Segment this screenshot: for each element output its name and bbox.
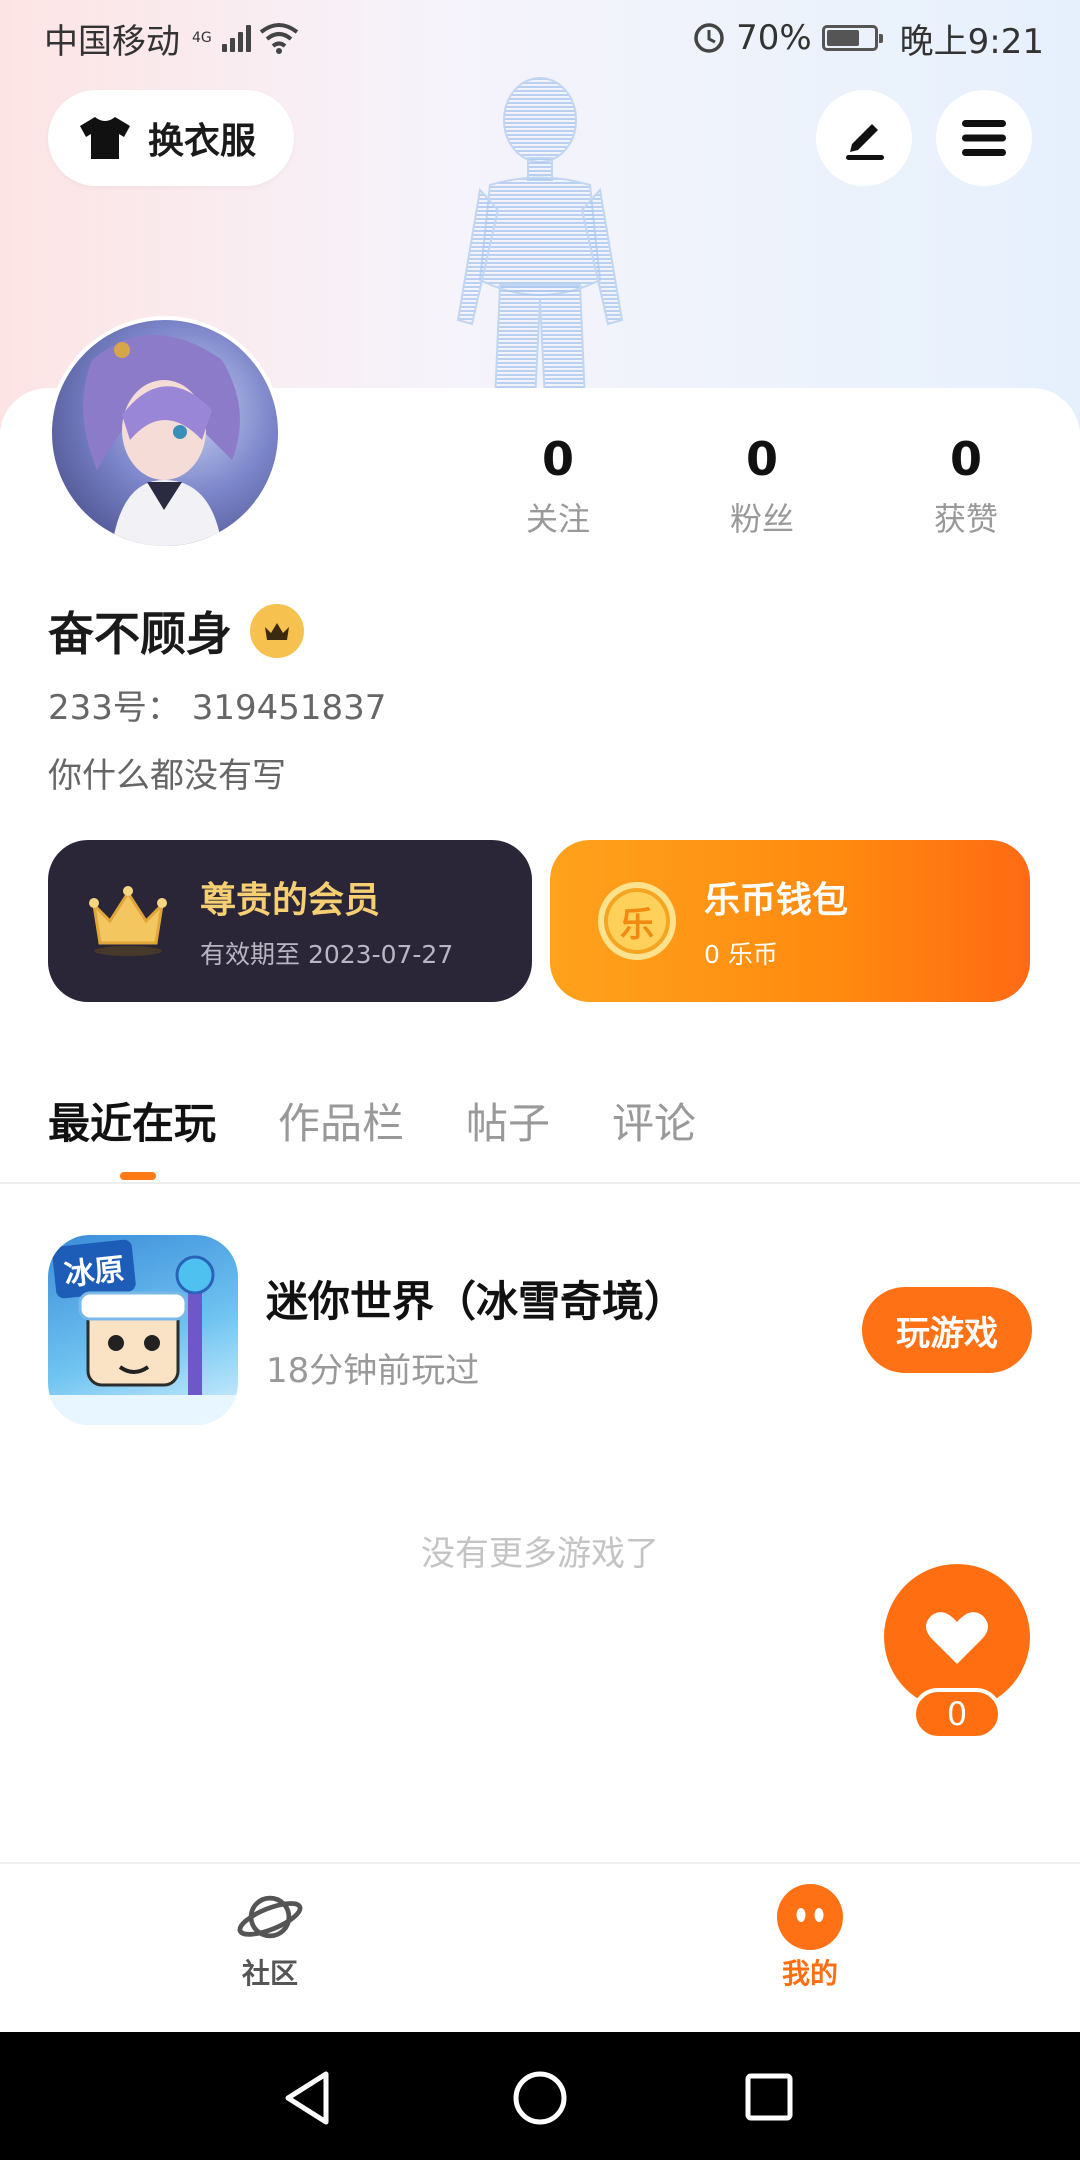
home-icon[interactable] xyxy=(512,2070,568,2126)
membership-expiry: 有效期至 2023-07-27 xyxy=(200,940,454,969)
membership-card[interactable]: 尊贵的会员 有效期至 2023-07-27 xyxy=(48,840,532,1002)
user-bio: 你什么都没有写 xyxy=(48,756,286,796)
battery-icon xyxy=(821,25,883,51)
tabs-divider xyxy=(0,1182,1080,1184)
stat-fans-label: 粉丝 xyxy=(729,500,794,538)
alarm-icon xyxy=(694,23,724,53)
no-more-games-hint: 没有更多游戏了 xyxy=(421,1534,659,1574)
back-icon[interactable] xyxy=(282,2070,334,2126)
game-title: 迷你世界（冰雪奇境） xyxy=(266,1277,687,1326)
system-navigation-bar xyxy=(0,2032,1080,2160)
menu-button[interactable] xyxy=(936,90,1032,186)
gold-crown-icon xyxy=(89,886,167,956)
avatar-hologram-figure xyxy=(456,77,624,400)
hamburger-menu-icon xyxy=(962,120,1006,156)
avatar-portrait xyxy=(83,335,240,546)
tshirt-icon xyxy=(80,117,130,159)
user-id: 233号： 319451837 xyxy=(48,688,387,728)
battery-percent: 70% xyxy=(736,18,812,58)
wallet-balance: 0 乐币 xyxy=(704,940,778,969)
play-game-button[interactable]: 玩游戏 xyxy=(862,1287,1032,1373)
stat-following-value: 0 xyxy=(541,432,574,486)
game-last-played: 18分钟前玩过 xyxy=(266,1351,480,1391)
coin-glyph: 乐 xyxy=(620,904,654,945)
game-character-art xyxy=(48,1255,238,1425)
network-type: 4G xyxy=(192,30,212,46)
stat-fans-value: 0 xyxy=(745,432,778,486)
wallet-title: 乐币钱包 xyxy=(704,880,849,921)
pencil-icon xyxy=(846,124,884,160)
bottom-navigation: 社区 我的 xyxy=(0,1862,1080,2032)
edit-profile-button[interactable] xyxy=(816,90,912,186)
like-count-badge: 0 xyxy=(912,1688,1002,1740)
membership-title: 尊贵的会员 xyxy=(200,880,381,921)
stat-following[interactable]: 0 关注 xyxy=(478,432,638,540)
planet-icon xyxy=(235,1882,305,1952)
nav-community[interactable]: 社区 xyxy=(190,1882,350,1992)
carrier-name: 中国移动 xyxy=(44,21,180,62)
heart-icon xyxy=(926,1612,988,1664)
wallet-card[interactable]: 乐 乐币钱包 0 乐币 xyxy=(550,840,1030,1002)
stat-fans[interactable]: 0 粉丝 xyxy=(682,432,842,540)
vip-crown-badge xyxy=(250,604,304,658)
recent-apps-icon[interactable] xyxy=(744,2072,794,2122)
wifi-icon xyxy=(259,23,298,54)
tab-posts[interactable]: 帖子 xyxy=(466,1090,550,1151)
avatar[interactable] xyxy=(48,316,282,550)
clock: 晚上9:21 xyxy=(899,21,1044,62)
change-outfit-label: 换衣服 xyxy=(148,121,257,162)
nav-mine[interactable]: 我的 xyxy=(730,1882,890,1992)
signal-icon xyxy=(221,24,251,52)
game-icon: 冰原 xyxy=(48,1235,238,1425)
stat-following-label: 关注 xyxy=(525,500,590,538)
profile-tabs: 最近在玩 作品栏 帖子 评论 xyxy=(48,1090,696,1180)
change-outfit-button[interactable]: 换衣服 xyxy=(48,90,294,186)
smiley-face-icon xyxy=(775,1882,845,1952)
recent-game-item[interactable]: 冰原 迷你世界（冰雪奇境） 18分钟前玩过 玩游戏 xyxy=(48,1232,1032,1428)
crown-icon xyxy=(265,623,289,640)
tab-comments[interactable]: 评论 xyxy=(612,1090,696,1151)
tab-works[interactable]: 作品栏 xyxy=(278,1090,404,1151)
username-row: 奋不顾身 xyxy=(48,598,304,664)
tab-recently-played[interactable]: 最近在玩 xyxy=(48,1090,216,1180)
stat-likes[interactable]: 0 获赞 xyxy=(886,432,1046,540)
stat-likes-label: 获赞 xyxy=(933,500,998,538)
le-coin-icon: 乐 xyxy=(598,882,676,960)
status-bar: 中国移动 4G 70% 晚上9:21 xyxy=(0,0,1080,76)
nav-community-label: 社区 xyxy=(241,1957,298,1990)
nav-mine-label: 我的 xyxy=(781,1957,838,1990)
stat-likes-value: 0 xyxy=(949,432,982,486)
username: 奋不顾身 xyxy=(48,607,232,661)
